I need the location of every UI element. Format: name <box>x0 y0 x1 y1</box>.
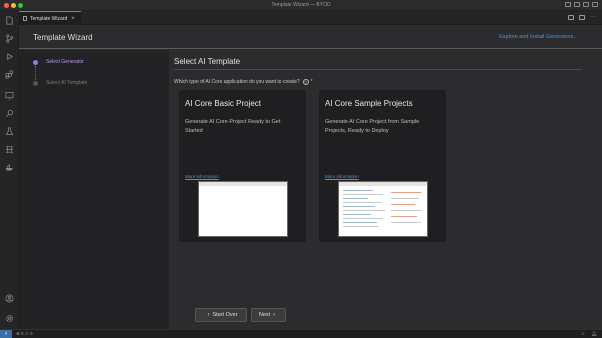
step-active-dot <box>33 59 38 65</box>
layout-controls <box>565 2 598 7</box>
step-select-generator[interactable]: Select Generator <box>33 59 84 65</box>
close-tab-icon[interactable]: × <box>71 16 75 22</box>
question-text: Which type of AI Core application do you… <box>174 79 300 85</box>
explorer-icon[interactable] <box>5 16 14 25</box>
bell-icon[interactable]: 🔔︎ <box>591 331 597 337</box>
preview-line <box>391 192 421 193</box>
card-title: AI Core Basic Project <box>185 99 262 108</box>
status-bar: ⚡ ⊗ 0 ⚠ 0 ☺ 🔔︎ <box>0 329 602 338</box>
docker-icon[interactable] <box>5 163 14 172</box>
explore-generators-link[interactable]: Explore and Install Generators... <box>499 34 578 40</box>
chevron-left-icon: ‹ <box>207 312 210 318</box>
run-debug-icon[interactable] <box>5 52 14 61</box>
preview-line <box>391 210 421 211</box>
template-preview-image <box>338 181 428 237</box>
step-label: Select Generator <box>46 59 84 65</box>
preview-line <box>343 206 375 207</box>
card-description: Generate AI Core Project Ready to Get St… <box>185 119 281 134</box>
testing-icon[interactable] <box>5 127 14 136</box>
template-question: Which type of AI Core application do you… <box>174 79 313 85</box>
wizard-steps-panel: Select Generator Select AI Template <box>19 50 169 329</box>
manage-gear-icon[interactable] <box>5 314 14 323</box>
title-divider <box>174 69 582 70</box>
preview-line <box>343 226 379 227</box>
remote-explorer-icon[interactable] <box>5 91 14 100</box>
preview-line <box>391 204 415 205</box>
template-card-basic-project[interactable]: AI Core Basic Project Generate AI Core P… <box>179 90 306 242</box>
toggle-panel-icon[interactable] <box>574 2 580 7</box>
preview-titlebar <box>339 182 427 186</box>
activity-bar <box>0 11 19 329</box>
step-label: Select AI Template <box>46 80 88 86</box>
preview-line <box>343 222 377 223</box>
tab-label: Template Wizard <box>30 15 68 22</box>
status-right-items: ☺ 🔔︎ <box>581 331 597 337</box>
wizard-header: Template Wizard Explore and Install Gene… <box>19 25 602 49</box>
start-over-label: Start Over <box>212 312 238 318</box>
problems-status[interactable]: ⊗ 0 ⚠ 0 <box>16 331 33 337</box>
more-information-link[interactable]: More information <box>325 174 359 179</box>
start-over-button[interactable]: ‹ Start Over <box>195 308 247 322</box>
preview-line <box>343 210 385 211</box>
step-inactive-dot <box>33 80 38 86</box>
more-actions-icon[interactable]: ··· <box>590 14 596 20</box>
toggle-sidebar-icon[interactable] <box>565 2 571 7</box>
preview-line <box>391 222 421 223</box>
window-title: Template Wizard — BYOD <box>271 2 331 8</box>
next-button[interactable]: Next › <box>251 308 286 322</box>
preview-line <box>343 198 368 199</box>
search-icon[interactable] <box>5 109 14 118</box>
preview-line <box>391 216 417 217</box>
tab-template-wizard[interactable]: Template Wizard × <box>19 11 81 25</box>
split-editor-icon[interactable] <box>568 15 574 20</box>
more-information-link[interactable]: More information <box>185 174 219 179</box>
card-description: Generate AI Core Project from Sample Pro… <box>325 119 420 134</box>
account-icon[interactable] <box>5 294 14 303</box>
editor-tab-strip: Template Wizard × ··· <box>19 11 602 25</box>
customize-layout-icon[interactable] <box>592 2 598 7</box>
toggle-layout-icon[interactable] <box>579 15 585 20</box>
card-title: AI Core Sample Projects <box>325 99 413 108</box>
preview-line <box>343 190 373 191</box>
extensions-icon[interactable] <box>5 70 14 79</box>
required-marker: * <box>310 79 313 85</box>
wizard-main-content: Select AI Template Which type of AI Core… <box>169 50 602 329</box>
help-icon[interactable]: ? <box>302 79 309 85</box>
project-accelerator-icon[interactable] <box>5 145 14 154</box>
step-select-ai-template[interactable]: Select AI Template <box>33 80 87 86</box>
step-connector <box>35 66 36 80</box>
template-wizard-editor: Template Wizard Explore and Install Gene… <box>19 25 602 329</box>
remote-indicator[interactable]: ⚡ <box>0 330 12 338</box>
preview-titlebar <box>199 182 287 186</box>
editor-actions: ··· <box>568 14 596 20</box>
title-bar: Template Wizard — BYOD <box>0 0 602 11</box>
chevron-right-icon: › <box>273 312 276 318</box>
wizard-title: Template Wizard <box>33 33 93 42</box>
next-label: Next <box>258 312 271 318</box>
preview-line <box>343 194 383 195</box>
toggle-secondary-sidebar-icon[interactable] <box>583 2 589 7</box>
page-title: Select AI Template <box>174 57 241 66</box>
preview-line <box>343 218 383 219</box>
template-preview-image <box>198 181 288 237</box>
template-card-sample-projects[interactable]: AI Core Sample Projects Generate AI Core… <box>319 90 446 242</box>
feedback-icon[interactable]: ☺ <box>581 331 586 337</box>
preview-line <box>343 202 381 203</box>
preview-line <box>391 198 419 199</box>
preview-line <box>343 214 371 215</box>
file-icon <box>23 16 27 21</box>
source-control-icon[interactable] <box>5 34 14 43</box>
